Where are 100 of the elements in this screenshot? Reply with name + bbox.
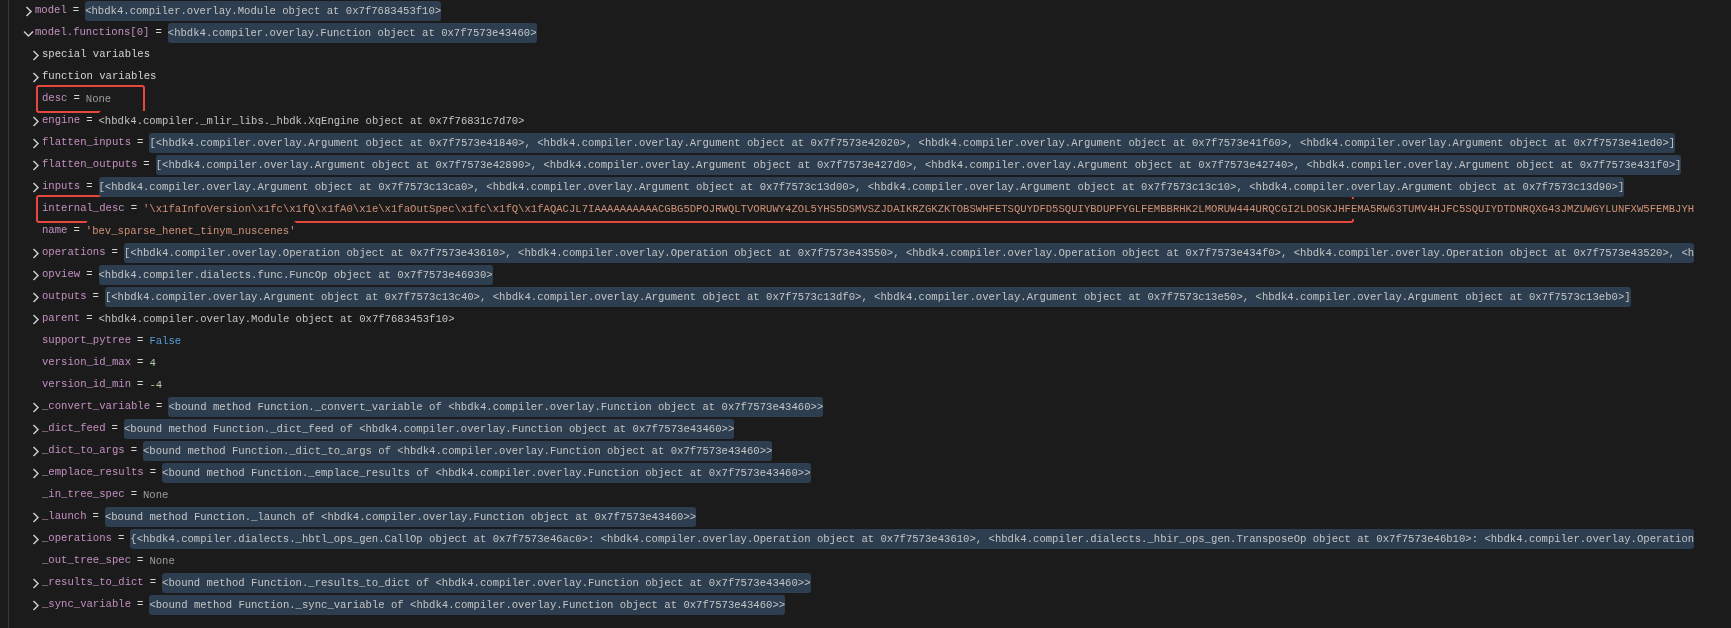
chevron-right-icon[interactable] xyxy=(30,71,41,83)
chevron-right-icon[interactable] xyxy=(30,423,41,435)
variable-row[interactable]: _emplace_results = <bound method Function._emplace_results of <hbdk4.compiler.overlay.Function object at 0x7f7573e43460>> xyxy=(9,462,1731,484)
variable-group[interactable]: special variables xyxy=(42,47,151,63)
chevron-right-icon[interactable] xyxy=(30,137,41,149)
equals-sign: = xyxy=(136,597,145,613)
chevron-right-icon[interactable] xyxy=(30,49,41,61)
variable-value: <bound method Function._launch of <hbdk4.compiler.overlay.Function object at 0x7f7573e43460>> xyxy=(104,510,697,523)
variable-value: <hbdk4.compiler.overlay.Function object at 0x7f7573e43460> xyxy=(167,26,537,39)
chevron-right-icon[interactable] xyxy=(30,401,41,413)
variable-value: <hbdk4.compiler.overlay.Module object at 0x7f7683453f10> xyxy=(98,312,455,325)
variable-row[interactable]: model.functions[0] = <hbdk4.compiler.overlay.Function object at 0x7f7573e43460> xyxy=(9,22,1731,44)
chevron-right-icon[interactable] xyxy=(30,467,41,479)
variable-value: <bound method Function._emplace_results of <hbdk4.compiler.overlay.Function object at 0x7f7573e43460>> xyxy=(162,466,811,479)
variable-name: inputs xyxy=(42,179,81,195)
variable-row[interactable]: version_id_min = -4 xyxy=(9,374,1731,396)
chevron-right-icon[interactable] xyxy=(30,291,41,303)
variable-row[interactable]: name = 'bev_sparse_henet_tinym_nuscenes' xyxy=(9,220,1731,242)
variable-name: flatten_inputs xyxy=(42,135,131,151)
chevron-right-icon[interactable] xyxy=(30,511,41,523)
variable-row[interactable]: _dict_to_args = <bound method Function._dict_to_args of <hbdk4.compiler.overlay.Function object at 0x7f7573e43460>> xyxy=(9,440,1731,462)
variable-row[interactable]: version_id_max = 4 xyxy=(9,352,1731,374)
variable-row[interactable]: _launch = <bound method Function._launch of <hbdk4.compiler.overlay.Function object at 0x7f7573e43460>> xyxy=(9,506,1731,528)
variable-value: <bound method Function._dict_feed of <hbdk4.compiler.overlay.Function object at 0x7f7573e43460>> xyxy=(123,422,735,435)
variable-name: _sync_variable xyxy=(42,597,131,613)
variable-value: [<hbdk4.compiler.overlay.Argument object at 0x7f7573c13ca0>, <hbdk4.compiler.overlay.Argument object at 0x7f7573c13d00>, <hbdk4.compiler.overlay.Argument object at 0x7f7573c13c10>, <hbdk4.compiler.overlay.Argument object at 0x7f7573c13d90>] xyxy=(98,180,1625,193)
variable-name: name xyxy=(42,223,68,239)
equals-sign: = xyxy=(85,113,94,129)
variable-name: model.functions[0] xyxy=(35,25,150,41)
variable-value: [<hbdk4.compiler.overlay.Argument object at 0x7f7573e41840>, <hbdk4.compiler.overlay.Argument object at 0x7f7573e42020>, <hbdk4.compiler.overlay.Argument object at 0x7f7573e41f60>, <hbdk4.compiler.overlay.Argument object at 0x7f7573e41ed0>] xyxy=(149,136,1676,149)
variable-name: version_id_min xyxy=(42,377,131,393)
chevron-right-icon[interactable] xyxy=(30,445,41,457)
variable-row[interactable]: special variables xyxy=(9,44,1731,66)
variable-value: None xyxy=(85,92,112,105)
chevron-right-icon[interactable] xyxy=(30,533,41,545)
variable-value: <hbdk4.compiler._mlir_libs._hbdk.XqEngine object at 0x7f76831c7d70> xyxy=(98,114,525,127)
variable-row[interactable]: function variables xyxy=(9,66,1731,88)
variable-row[interactable]: parent = <hbdk4.compiler.overlay.Module object at 0x7f7683453f10> xyxy=(9,308,1731,330)
variable-value: -4 xyxy=(149,378,163,391)
equals-sign: = xyxy=(71,3,81,19)
equals-sign: = xyxy=(85,267,94,283)
variable-row[interactable]: _in_tree_spec = None xyxy=(9,484,1731,506)
equals-sign: = xyxy=(110,421,119,437)
variable-value: 'bev_sparse_henet_tinym_nuscenes' xyxy=(85,224,296,237)
equals-sign: = xyxy=(110,245,119,261)
variable-row[interactable]: _sync_variable = <bound method Function._sync_variable of <hbdk4.compiler.overlay.Function object at 0x7f7573e43460>> xyxy=(9,594,1731,616)
variable-name: flatten_outputs xyxy=(42,157,138,173)
equals-sign: = xyxy=(136,355,145,371)
variable-name: _dict_to_args xyxy=(42,443,125,459)
equals-sign: = xyxy=(136,135,145,151)
chevron-right-icon[interactable] xyxy=(23,5,34,17)
variable-value: 4 xyxy=(149,356,156,369)
variable-row[interactable]: engine = <hbdk4.compiler._mlir_libs._hbdk.XqEngine object at 0x7f76831c7d70> xyxy=(9,110,1731,132)
chevron-right-icon[interactable] xyxy=(30,599,41,611)
variable-row[interactable]: opview = <hbdk4.compiler.dialects.func.FuncOp object at 0x7f7573e46930> xyxy=(9,264,1731,286)
chevron-right-icon[interactable] xyxy=(30,577,41,589)
equals-sign: = xyxy=(85,311,94,327)
chevron-right-icon[interactable] xyxy=(30,247,41,259)
variable-value: <bound method Function._convert_variable of <hbdk4.compiler.overlay.Function object at 0x7f7573e43460>> xyxy=(168,400,824,413)
variable-value: <bound method Function._sync_variable of <hbdk4.compiler.overlay.Function object at 0x7f7573e43460>> xyxy=(149,598,786,611)
variable-name: version_id_max xyxy=(42,355,131,371)
equals-sign: = xyxy=(142,157,151,173)
variable-row[interactable]: _out_tree_spec = None xyxy=(9,550,1731,572)
variable-value: <hbdk4.compiler.overlay.Module object at 0x7f7683453f10> xyxy=(85,4,442,17)
variable-name: _emplace_results xyxy=(42,465,144,481)
chevron-right-icon[interactable] xyxy=(30,313,41,325)
variable-group[interactable]: function variables xyxy=(42,69,157,85)
variable-value: <bound method Function._dict_to_args of <hbdk4.compiler.overlay.Function object at 0x7f7573e43460>> xyxy=(143,444,773,457)
equals-sign: = xyxy=(85,179,94,195)
variable-row[interactable]: model = <hbdk4.compiler.overlay.Module object at 0x7f7683453f10> xyxy=(9,0,1731,22)
equals-sign: = xyxy=(72,91,81,107)
variable-value: [<hbdk4.compiler.overlay.Argument object at 0x7f7573c13c40>, <hbdk4.compiler.overlay.Argument object at 0x7f7573c13df0>, <hbdk4.compiler.overlay.Argument object at 0x7f7573c13e50>, <hbdk4.compiler.overlay.Argument object at 0x7f7573c13eb0>] xyxy=(104,290,1631,303)
variable-name: internal_desc xyxy=(42,201,125,217)
variable-name: _dict_feed xyxy=(42,421,106,437)
equals-sign: = xyxy=(148,465,158,481)
variable-name: _out_tree_spec xyxy=(42,553,131,569)
equals-sign: = xyxy=(91,289,100,305)
variable-row[interactable]: _convert_variable = <bound method Function._convert_variable of <hbdk4.compiler.overlay.Function object at 0x7f7573e43460>> xyxy=(9,396,1731,418)
chevron-right-icon[interactable] xyxy=(30,115,41,127)
equals-sign: = xyxy=(129,443,138,459)
variable-value: None xyxy=(143,488,169,501)
chevron-right-icon[interactable] xyxy=(30,181,41,193)
variable-name: outputs xyxy=(42,289,87,305)
equals-sign: = xyxy=(72,223,81,239)
chevron-right-icon[interactable] xyxy=(30,269,41,281)
variable-value: {<hbdk4.compiler.dialects._hbtl_ops_gen.CallOp object at 0x7f7573e46ac0>: <hbdk4.compiler.overlay.Operation object at 0x7f7573e43610>, <hbdk4.compiler.dialects._hbir_ops_gen.TransposeOp object at 0x7f7573e46b10>: <hbdk4.compiler.overlay.Operation xyxy=(130,532,1695,545)
chevron-right-icon[interactable] xyxy=(30,159,41,171)
variable-name: desc xyxy=(42,91,68,107)
variable-name: support_pytree xyxy=(42,333,131,349)
equals-sign: = xyxy=(91,509,100,525)
variable-row[interactable]: support_pytree = False xyxy=(9,330,1731,352)
variable-name: engine xyxy=(42,113,81,129)
variable-row[interactable]: _dict_feed = <bound method Function._dict_feed of <hbdk4.compiler.overlay.Function object at 0x7f7573e43460>> xyxy=(9,418,1731,440)
variable-name: opview xyxy=(42,267,81,283)
equals-sign: = xyxy=(129,201,138,217)
equals-sign: = xyxy=(154,25,163,41)
variable-row[interactable]: _results_to_dict = <bound method Function._results_to_dict of <hbdk4.compiler.overlay.Function object at 0x7f7573e43460>> xyxy=(9,572,1731,594)
equals-sign: = xyxy=(148,575,158,591)
variable-value: [<hbdk4.compiler.overlay.Argument object at 0x7f7573e42890>, <hbdk4.compiler.overlay.Argument object at 0x7f7573e427d0>, <hbdk4.compiler.overlay.Argument object at 0x7f7573e42740>, <hbdk4.compiler.overlay.Argument object at 0x7f7573e431f0>] xyxy=(155,158,1682,171)
variable-name: parent xyxy=(42,311,81,327)
